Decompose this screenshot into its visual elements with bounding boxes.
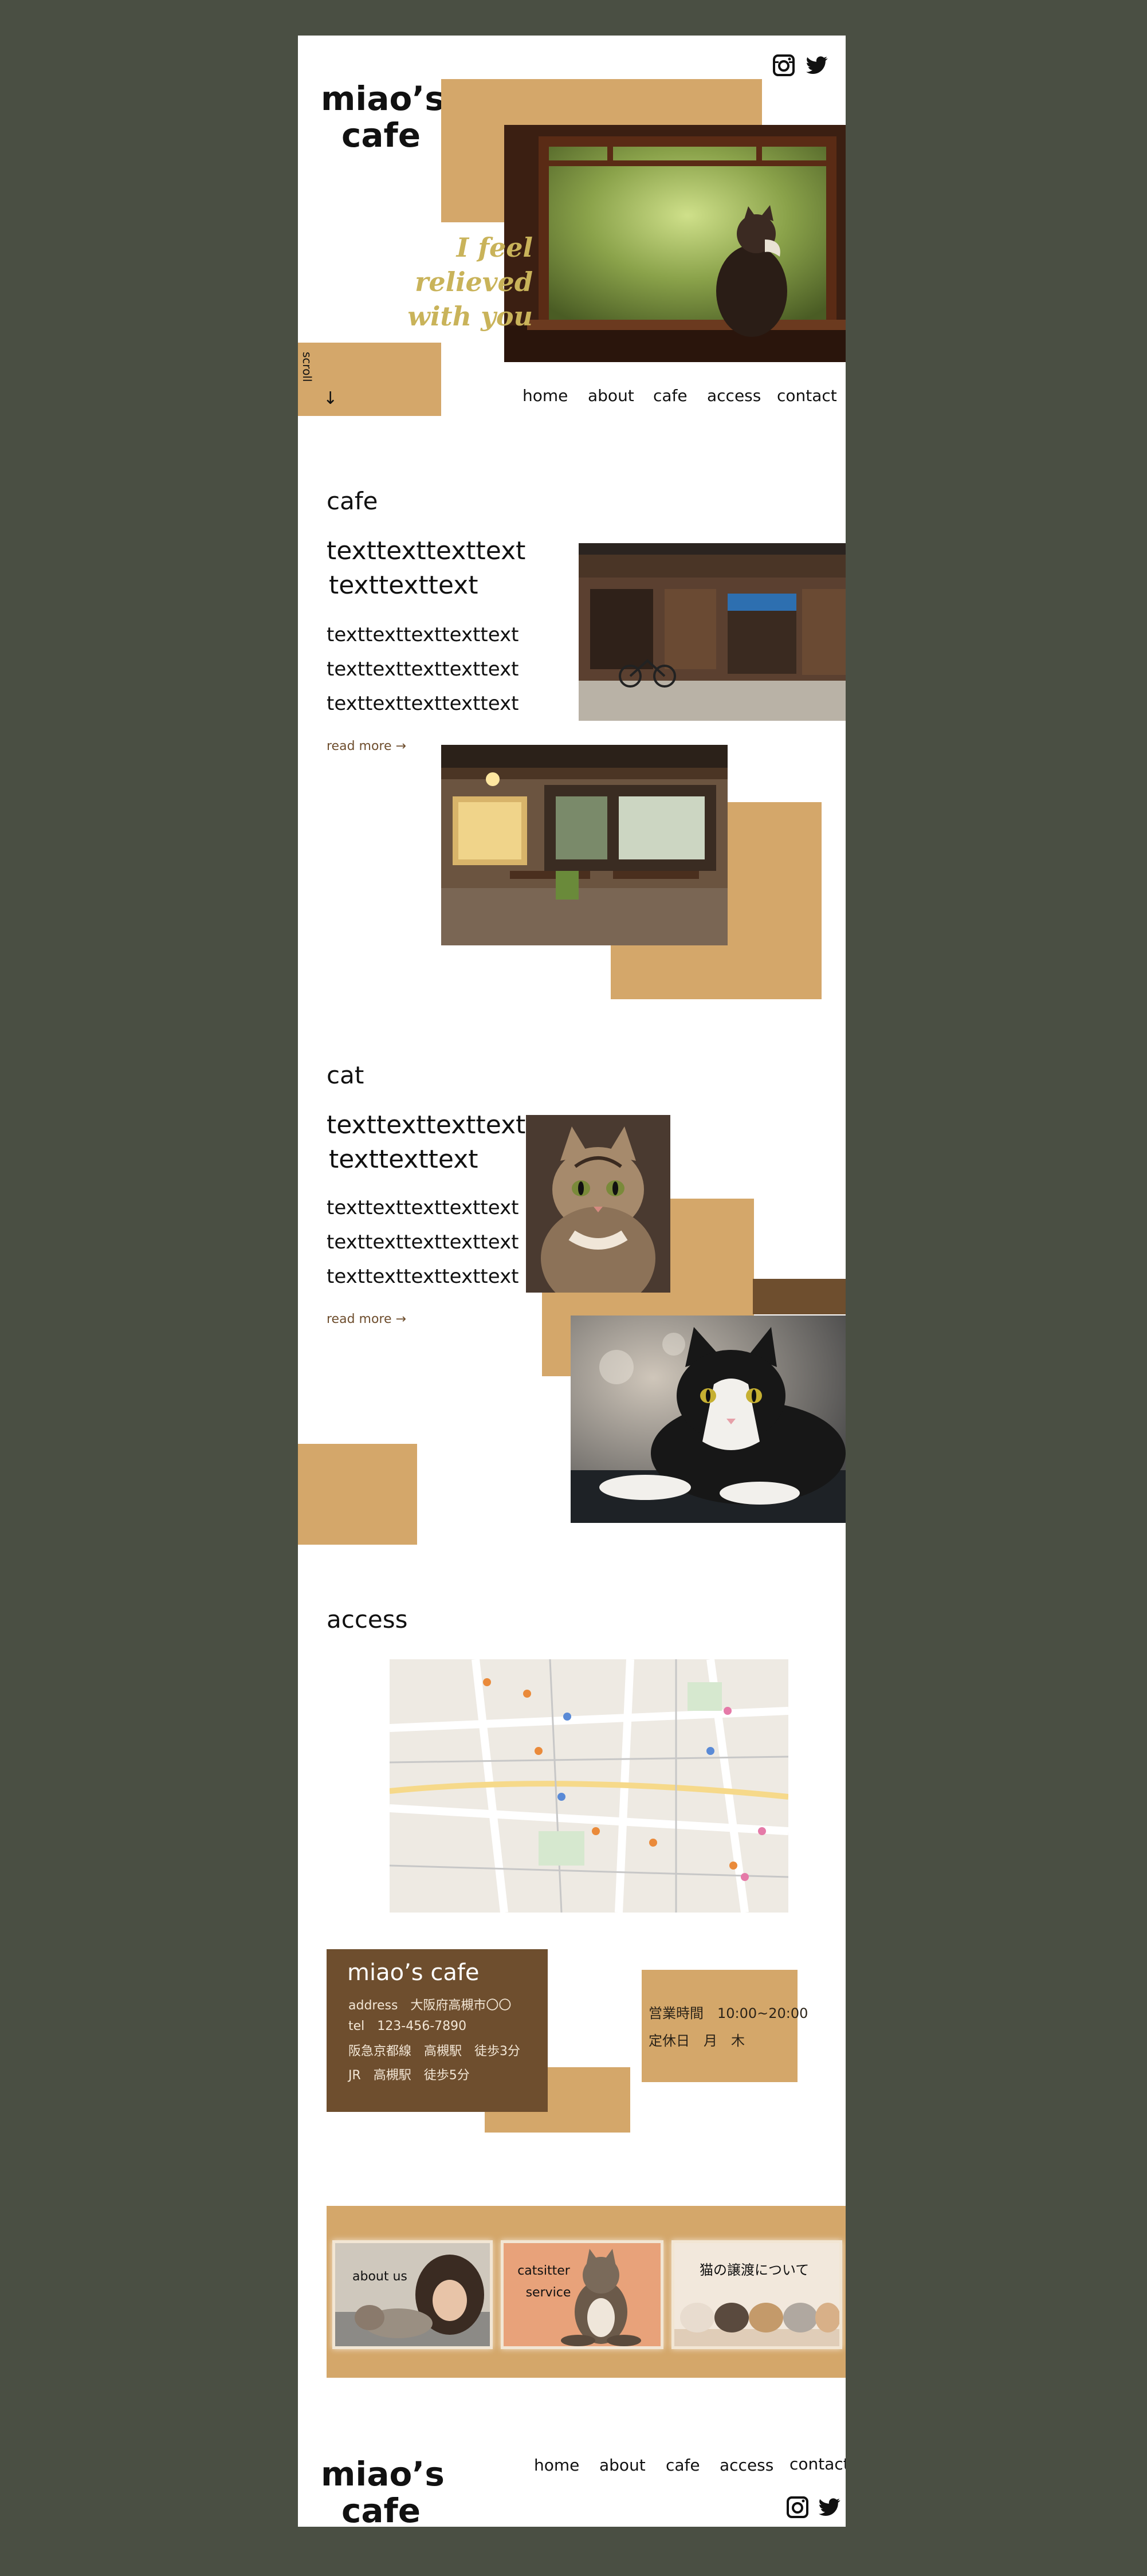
cafe-interior-photo [441, 745, 728, 945]
adoption-banner[interactable]: 猫の譲渡について [671, 2240, 842, 2349]
cat-tan-block-bottom-left [298, 1444, 417, 1545]
tagline-line1: I feel relieved [415, 232, 533, 297]
footer-nav-cafe[interactable]: cafe [666, 2456, 700, 2475]
twitter-icon[interactable] [806, 54, 828, 77]
cat-body: texttexttexttexttext texttexttexttexttex… [327, 1191, 556, 1294]
info-route-jr: JR 高槻駅 徒歩5分 [348, 2068, 470, 2083]
logo-line2: cafe [341, 116, 421, 155]
catsitter-service-banner[interactable]: catsitter service [501, 2240, 663, 2349]
cat-body-line1: texttexttexttexttext [327, 1196, 519, 1219]
cat-heading-line1: texttexttexttext [327, 1110, 526, 1140]
cat-heading: texttexttexttext texttexttext [327, 1108, 556, 1177]
page: miao’s cafe I feel relieved with you scr… [298, 36, 846, 2527]
info-card-name: miao’s cafe [347, 1960, 480, 1986]
tabby-cat-photo [526, 1115, 670, 1293]
site-logo[interactable]: miao’s cafe [321, 79, 445, 155]
cafe-body-line2: texttexttexttexttext [327, 658, 519, 681]
hero-tan-block-left [441, 79, 504, 222]
cafe-body-line1: texttexttexttexttext [327, 623, 519, 646]
cafe-heading: texttexttexttext texttexttext [327, 534, 556, 603]
nav-access[interactable]: access [707, 386, 761, 405]
cat-read-more-link[interactable]: read more → [327, 1312, 406, 1326]
nav-about[interactable]: about [588, 386, 634, 405]
footer-twitter-icon[interactable] [818, 2496, 841, 2519]
hours-text: 営業時間 10:00~20:00 [649, 2005, 808, 2021]
scroll-arrow-icon: ↓ [323, 388, 338, 409]
scroll-button[interactable]: scroll ↓ [298, 343, 441, 416]
black-white-cat-photo [571, 1316, 846, 1523]
logo-line1: miao’s [321, 79, 445, 118]
nav-contact[interactable]: contact [777, 386, 837, 405]
about-us-banner[interactable]: about us [332, 2240, 493, 2349]
cafe-body-line3: texttexttexttexttext [327, 692, 519, 715]
cat-heading-line2: texttexttext [329, 1145, 478, 1174]
footer-nav-contact[interactable]: contact [789, 2455, 846, 2473]
footer-nav-access[interactable]: access [720, 2456, 773, 2475]
nav-home[interactable]: home [523, 386, 568, 405]
cat-section-title: cat [327, 1061, 364, 1089]
cafe-heading-line2: texttexttext [329, 571, 478, 600]
scroll-label: scroll [300, 352, 314, 382]
cat-body-line2: texttexttexttexttext [327, 1231, 519, 1254]
footer-instagram-icon[interactable] [786, 2496, 809, 2519]
instagram-icon[interactable] [772, 54, 795, 77]
hours-card: 営業時間 10:00~20:00 定休日 月 木 [642, 1970, 808, 2082]
hero-cat-window-photo [504, 125, 846, 362]
footer-logo-line2: cafe [341, 2491, 421, 2527]
closed-days-text: 定休日 月 木 [649, 2033, 745, 2049]
tagline-line2: with you [407, 301, 533, 332]
cat-body-line3: texttexttexttexttext [327, 1265, 519, 1288]
adoption-label: 猫の譲渡について [700, 2262, 810, 2278]
catsitter-line2: service [525, 2286, 571, 2300]
access-section-title: access [327, 1605, 408, 1633]
access-map[interactable] [390, 1659, 788, 1913]
cafe-section-title: cafe [327, 487, 378, 515]
catsitter-line1: catsitter [517, 2264, 570, 2278]
about-us-label: about us [352, 2269, 407, 2284]
cafe-read-more-link[interactable]: read more → [327, 739, 406, 753]
hero-tagline: I feel relieved with you [367, 230, 533, 333]
cafe-body: texttexttexttexttext texttexttexttexttex… [327, 618, 556, 721]
cafe-heading-line1: texttexttexttext [327, 536, 526, 566]
cafe-exterior-photo [579, 543, 846, 721]
catsitter-label: catsitter service [515, 2260, 572, 2304]
cat-brown-block [753, 1279, 846, 1314]
nav-cafe[interactable]: cafe [653, 386, 688, 405]
footer-nav-home[interactable]: home [534, 2456, 579, 2475]
footer-nav-about[interactable]: about [599, 2456, 646, 2475]
info-card: miao’s cafe address 大阪府高槻市〇〇 tel 123-456… [327, 1949, 548, 2112]
info-route-hankyu: 阪急京都線 高槻駅 徒歩3分 [348, 2044, 520, 2059]
info-tel: tel 123-456-7890 [348, 2019, 467, 2033]
footer-logo-line1: miao’s [321, 2455, 445, 2493]
footer-logo[interactable]: miao’s cafe [321, 2455, 445, 2527]
